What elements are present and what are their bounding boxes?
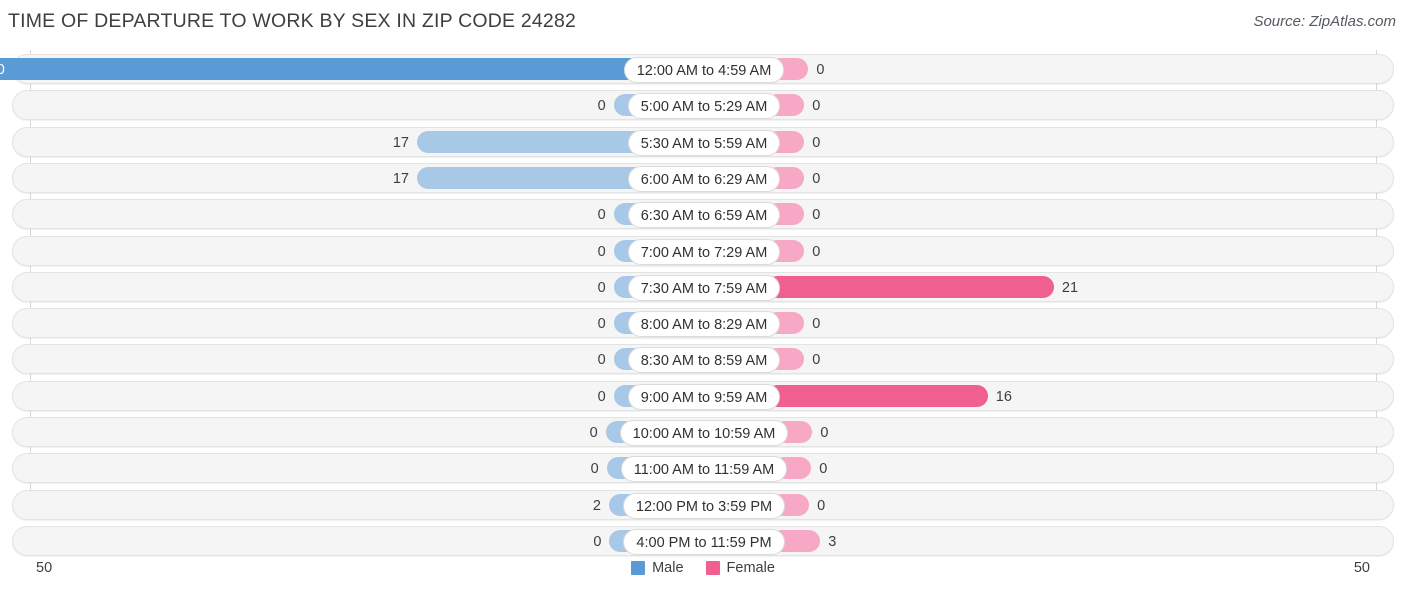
- value-label-female: 0: [819, 461, 828, 478]
- category-label[interactable]: 7:30 AM to 7:59 AM: [627, 274, 781, 301]
- table-row[interactable]: 17 0 6:00 AM to 6:29 AM: [12, 162, 1394, 193]
- row-inner: 0 3 4:00 PM to 11:59 PM: [13, 527, 1393, 555]
- category-label[interactable]: 11:00 AM to 11:59 AM: [620, 456, 788, 483]
- row-inner: 0 0 8:30 AM to 8:59 AM: [13, 345, 1393, 374]
- table-row[interactable]: 0 0 7:00 AM to 7:29 AM: [12, 235, 1394, 266]
- row-inner: 0 0 11:00 AM to 11:59 AM: [13, 454, 1393, 483]
- category-label[interactable]: 5:30 AM to 5:59 AM: [627, 129, 781, 156]
- table-row[interactable]: 0 21 7:30 AM to 7:59 AM: [12, 271, 1394, 302]
- row-inner: 0 0 6:30 AM to 6:59 AM: [13, 200, 1393, 229]
- value-label-male: 17: [392, 134, 409, 151]
- source-attribution: Source: ZipAtlas.com: [1253, 13, 1396, 30]
- value-label-female: 0: [812, 170, 821, 187]
- table-row[interactable]: 0 0 5:00 AM to 5:29 AM: [12, 90, 1394, 121]
- value-label-male: 0: [597, 207, 606, 224]
- legend-item-male[interactable]: Male: [631, 560, 684, 576]
- row-inner: 0 0 8:00 AM to 8:29 AM: [13, 309, 1393, 338]
- row-inner: 0 0 5:00 AM to 5:29 AM: [13, 91, 1393, 120]
- plot-area: 50 0 12:00 AM to 4:59 AM 0 0 5:00 AM to 5:29 …: [0, 50, 1406, 556]
- legend-label: Male: [652, 560, 684, 576]
- chart-footer: 50 50 Male Female: [0, 555, 1406, 595]
- table-row[interactable]: 2 0 12:00 PM to 3:59 PM: [12, 489, 1394, 520]
- value-label-male: 0: [597, 98, 606, 115]
- page-title: TIME OF DEPARTURE TO WORK BY SEX IN ZIP …: [8, 10, 577, 32]
- value-label-male: 0: [589, 425, 598, 441]
- table-row[interactable]: 0 0 8:00 AM to 8:29 AM: [12, 308, 1394, 339]
- bar-male[interactable]: [0, 58, 648, 80]
- category-label[interactable]: 6:30 AM to 6:59 AM: [627, 202, 781, 229]
- value-label-male: 0: [597, 352, 606, 369]
- value-label-male: 0: [590, 461, 599, 478]
- category-label[interactable]: 10:00 AM to 10:59 AM: [619, 420, 789, 446]
- table-row[interactable]: 0 0 11:00 AM to 11:59 AM: [12, 453, 1394, 484]
- row-inner: 0 0 10:00 AM to 10:59 AM: [13, 418, 1393, 446]
- table-row[interactable]: 50 0 12:00 AM to 4:59 AM: [0, 54, 1394, 84]
- value-label-female: 0: [817, 497, 826, 514]
- bar-male[interactable]: [416, 130, 652, 153]
- category-label[interactable]: 5:00 AM to 5:29 AM: [627, 93, 781, 120]
- category-label[interactable]: 4:00 PM to 11:59 PM: [623, 528, 785, 555]
- category-label[interactable]: 7:00 AM to 7:29 AM: [627, 238, 781, 265]
- value-label-male: 0: [597, 316, 606, 333]
- category-label[interactable]: 8:30 AM to 8:59 AM: [627, 347, 781, 374]
- value-label-male: 0: [593, 533, 602, 550]
- category-label[interactable]: 12:00 AM to 4:59 AM: [623, 57, 785, 83]
- row-inner: 17 0 5:30 AM to 5:59 AM: [13, 128, 1393, 156]
- value-label-female: 3: [828, 533, 837, 550]
- legend-swatch-icon: [705, 561, 720, 575]
- category-label[interactable]: 9:00 AM to 9:59 AM: [627, 383, 781, 410]
- chart-header: TIME OF DEPARTURE TO WORK BY SEX IN ZIP …: [0, 0, 1406, 44]
- chart-root: TIME OF DEPARTURE TO WORK BY SEX IN ZIP …: [0, 0, 1406, 595]
- value-label-male: 0: [597, 243, 606, 260]
- row-inner: 50 0 12:00 AM to 4:59 AM: [0, 55, 1393, 83]
- category-label[interactable]: 6:00 AM to 6:29 AM: [627, 165, 781, 192]
- value-label-male: 0: [597, 388, 606, 405]
- table-row[interactable]: 0 3 4:00 PM to 11:59 PM: [12, 525, 1394, 556]
- value-label-male: 0: [597, 279, 606, 296]
- value-label-male: 2: [592, 497, 601, 514]
- value-label-female: 0: [820, 425, 829, 441]
- table-row[interactable]: 0 0 8:30 AM to 8:59 AM: [12, 344, 1394, 375]
- value-label-female: 16: [995, 388, 1012, 405]
- bar-female[interactable]: [766, 275, 1054, 298]
- category-label[interactable]: 8:00 AM to 8:29 AM: [627, 311, 781, 338]
- row-inner: 0 16 9:00 AM to 9:59 AM: [13, 382, 1393, 410]
- value-label-female: 21: [1061, 279, 1079, 296]
- bar-male[interactable]: [416, 166, 652, 189]
- value-label-male: 17: [392, 170, 409, 187]
- legend-item-female[interactable]: Female: [705, 560, 775, 576]
- value-label-female: 0: [812, 207, 821, 224]
- table-row[interactable]: 0 0 6:30 AM to 6:59 AM: [12, 199, 1394, 230]
- table-row[interactable]: 17 0 5:30 AM to 5:59 AM: [12, 126, 1394, 157]
- row-inner: 2 0 12:00 PM to 3:59 PM: [13, 491, 1393, 519]
- value-label-female: 0: [812, 352, 821, 369]
- legend-label: Female: [726, 560, 775, 576]
- value-label-male: 50: [0, 62, 5, 78]
- value-label-female: 0: [816, 62, 825, 78]
- value-label-female: 0: [812, 134, 821, 151]
- table-row[interactable]: 0 16 9:00 AM to 9:59 AM: [12, 380, 1394, 411]
- row-inner: 0 21 7:30 AM to 7:59 AM: [13, 273, 1393, 301]
- row-inner: 0 0 7:00 AM to 7:29 AM: [13, 237, 1393, 265]
- value-label-female: 0: [812, 316, 821, 333]
- bar-female[interactable]: [766, 384, 988, 407]
- value-label-female: 0: [812, 243, 821, 260]
- chart-legend: Male Female: [0, 560, 1406, 576]
- row-inner: 17 0 6:00 AM to 6:29 AM: [13, 164, 1393, 192]
- legend-swatch-icon: [631, 561, 646, 575]
- category-label[interactable]: 12:00 PM to 3:59 PM: [622, 492, 786, 519]
- table-row[interactable]: 0 0 10:00 AM to 10:59 AM: [12, 417, 1394, 447]
- value-label-female: 0: [812, 98, 821, 115]
